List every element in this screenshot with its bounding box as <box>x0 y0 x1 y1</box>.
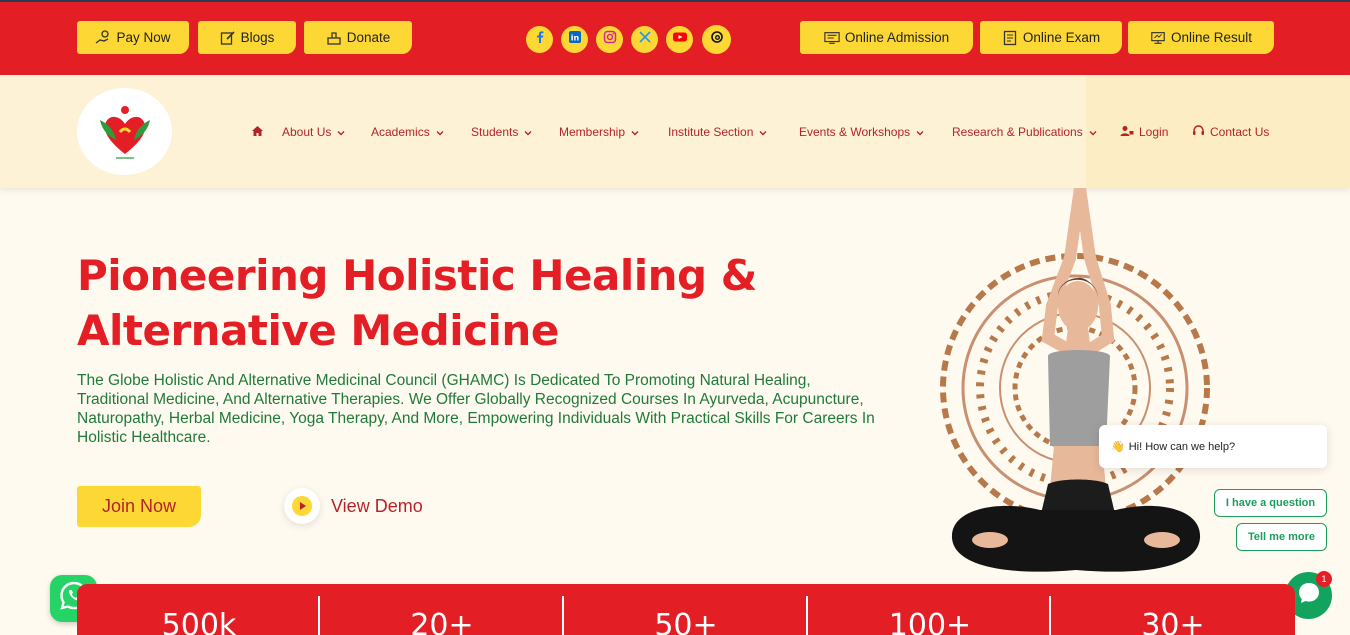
chat-notification-badge: 1 <box>1316 571 1332 587</box>
x-icon <box>638 30 652 49</box>
online-exam-button[interactable]: Online Exam <box>980 21 1122 54</box>
instagram-icon <box>603 30 617 49</box>
nav-membership[interactable]: Membership <box>559 123 640 141</box>
view-demo-button[interactable]: View Demo <box>284 488 423 524</box>
donate-button[interactable]: Donate <box>304 21 412 54</box>
nav-students-label: Students <box>471 125 519 139</box>
youtube-link[interactable] <box>666 26 693 53</box>
home-icon <box>251 125 264 140</box>
stat-value: 30+ <box>1141 608 1205 635</box>
chevron-down-icon <box>435 127 445 137</box>
linkedin-icon: in <box>568 30 582 49</box>
user-lock-icon <box>1120 125 1134 140</box>
exam-icon <box>1002 30 1018 46</box>
threads-link[interactable] <box>702 25 731 54</box>
main-header: About Us Academics Students Membership I… <box>0 75 1350 188</box>
yoga-hero-image <box>940 188 1210 572</box>
nav-academics[interactable]: Academics <box>371 123 445 141</box>
blogs-label: Blogs <box>240 30 275 45</box>
nav-events-workshops-label: Events & Workshops <box>799 125 911 139</box>
nav-research-publications[interactable]: Research & Publications <box>952 123 1098 141</box>
result-icon <box>1150 30 1166 46</box>
chat-option-tell-more[interactable]: Tell me more <box>1236 523 1327 551</box>
nav-contact-us[interactable]: Contact Us <box>1192 123 1269 141</box>
online-admission-label: Online Admission <box>844 30 950 45</box>
chevron-down-icon <box>1088 127 1098 137</box>
chat-greeting-bubble: 👋 Hi! How can we help? <box>1099 425 1327 468</box>
chevron-down-icon <box>630 127 640 137</box>
nav-home[interactable] <box>251 123 264 141</box>
wave-hand-icon: 👋 <box>1111 441 1125 453</box>
hero-description: The Globe Holistic And Alternative Medic… <box>77 372 875 446</box>
hero-title-line2: Alternative Medicine <box>77 306 559 355</box>
nav-academics-label: Academics <box>371 125 430 139</box>
headset-icon <box>1192 124 1205 140</box>
facebook-link[interactable] <box>526 26 553 53</box>
nav-login[interactable]: Login <box>1120 123 1168 141</box>
chevron-down-icon <box>915 127 925 137</box>
logo-emblem-icon <box>99 105 150 159</box>
x-link[interactable] <box>631 26 658 53</box>
pay-now-button[interactable]: Pay Now <box>77 21 189 54</box>
yoga-figure <box>951 188 1201 572</box>
stat-value: 500k <box>161 608 237 635</box>
edit-icon <box>220 30 236 46</box>
nav-students[interactable]: Students <box>471 123 533 141</box>
nav-contact-us-label: Contact Us <box>1210 125 1270 139</box>
donate-label: Donate <box>346 30 391 45</box>
admission-icon <box>824 30 840 46</box>
chat-option-question[interactable]: I have a question <box>1214 489 1327 517</box>
nav-about-us[interactable]: About Us <box>282 123 346 141</box>
nav-about-us-label: About Us <box>282 125 332 139</box>
hero-title-line1: Pioneering Holistic Healing & <box>77 251 757 300</box>
join-now-button[interactable]: Join Now <box>77 486 201 527</box>
instagram-link[interactable] <box>596 26 623 53</box>
online-exam-label: Online Exam <box>1022 30 1101 45</box>
nav-events-workshops[interactable]: Events & Workshops <box>799 123 925 141</box>
nav-login-label: Login <box>1139 125 1169 139</box>
stat-value: 100+ <box>888 608 972 635</box>
online-result-button[interactable]: Online Result <box>1128 21 1274 54</box>
threads-icon <box>710 30 724 49</box>
nav-membership-label: Membership <box>559 125 626 139</box>
chevron-down-icon <box>758 127 768 137</box>
facebook-icon <box>533 30 547 49</box>
nav-institute-section[interactable]: Institute Section <box>668 123 768 141</box>
chat-greeting-text: Hi! How can we help? <box>1128 440 1236 453</box>
top-bar: Pay Now Blogs Donate in Online Admission <box>0 0 1350 75</box>
view-demo-label: View Demo <box>331 495 423 516</box>
donate-icon <box>326 30 342 46</box>
stats-band: 500k 20+ 50+ 100+ 30+ <box>77 584 1295 635</box>
online-result-label: Online Result <box>1170 30 1253 45</box>
linkedin-link[interactable]: in <box>561 26 588 53</box>
chevron-down-icon <box>336 127 346 137</box>
nav-research-publications-label: Research & Publications <box>952 125 1083 139</box>
site-logo[interactable] <box>77 88 172 175</box>
youtube-icon <box>672 30 688 49</box>
hero-title: Pioneering Holistic Healing & Alternativ… <box>77 248 857 358</box>
nav-institute-section-label: Institute Section <box>668 125 754 139</box>
blogs-button[interactable]: Blogs <box>198 21 296 54</box>
online-admission-button[interactable]: Online Admission <box>800 21 973 54</box>
pay-now-label: Pay Now <box>116 30 171 45</box>
stat-value: 50+ <box>654 608 718 635</box>
chevron-down-icon <box>523 127 533 137</box>
stat-value: 20+ <box>410 608 474 635</box>
play-icon <box>284 488 320 524</box>
hand-money-icon <box>95 29 111 46</box>
svg-text:in: in <box>570 34 579 43</box>
